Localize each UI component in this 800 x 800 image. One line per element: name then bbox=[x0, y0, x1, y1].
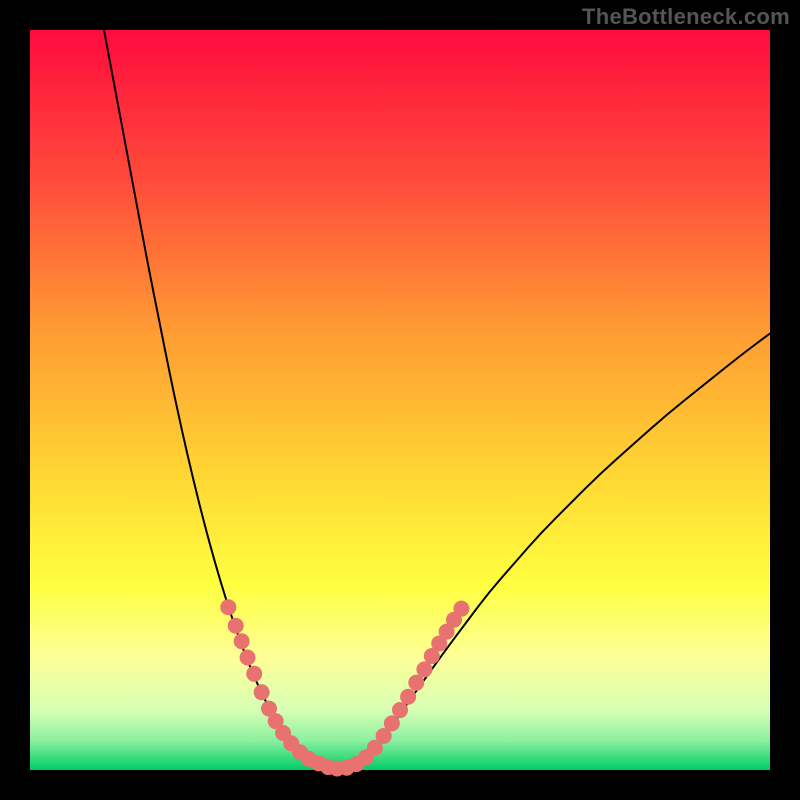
highlight-dot bbox=[392, 702, 408, 718]
chart-stage: TheBottleneck.com bbox=[0, 0, 800, 800]
chart-svg bbox=[0, 0, 800, 800]
gradient-background bbox=[30, 30, 770, 770]
highlight-dot bbox=[220, 599, 236, 615]
highlight-dot bbox=[408, 675, 424, 691]
watermark-text: TheBottleneck.com bbox=[582, 4, 790, 30]
highlight-dot bbox=[254, 684, 270, 700]
highlight-dot bbox=[453, 601, 469, 617]
highlight-dot bbox=[228, 618, 244, 634]
highlight-dot bbox=[234, 633, 250, 649]
highlight-dot bbox=[400, 689, 416, 705]
highlight-dot bbox=[384, 715, 400, 731]
highlight-dot bbox=[240, 650, 256, 666]
highlight-dot bbox=[246, 666, 262, 682]
